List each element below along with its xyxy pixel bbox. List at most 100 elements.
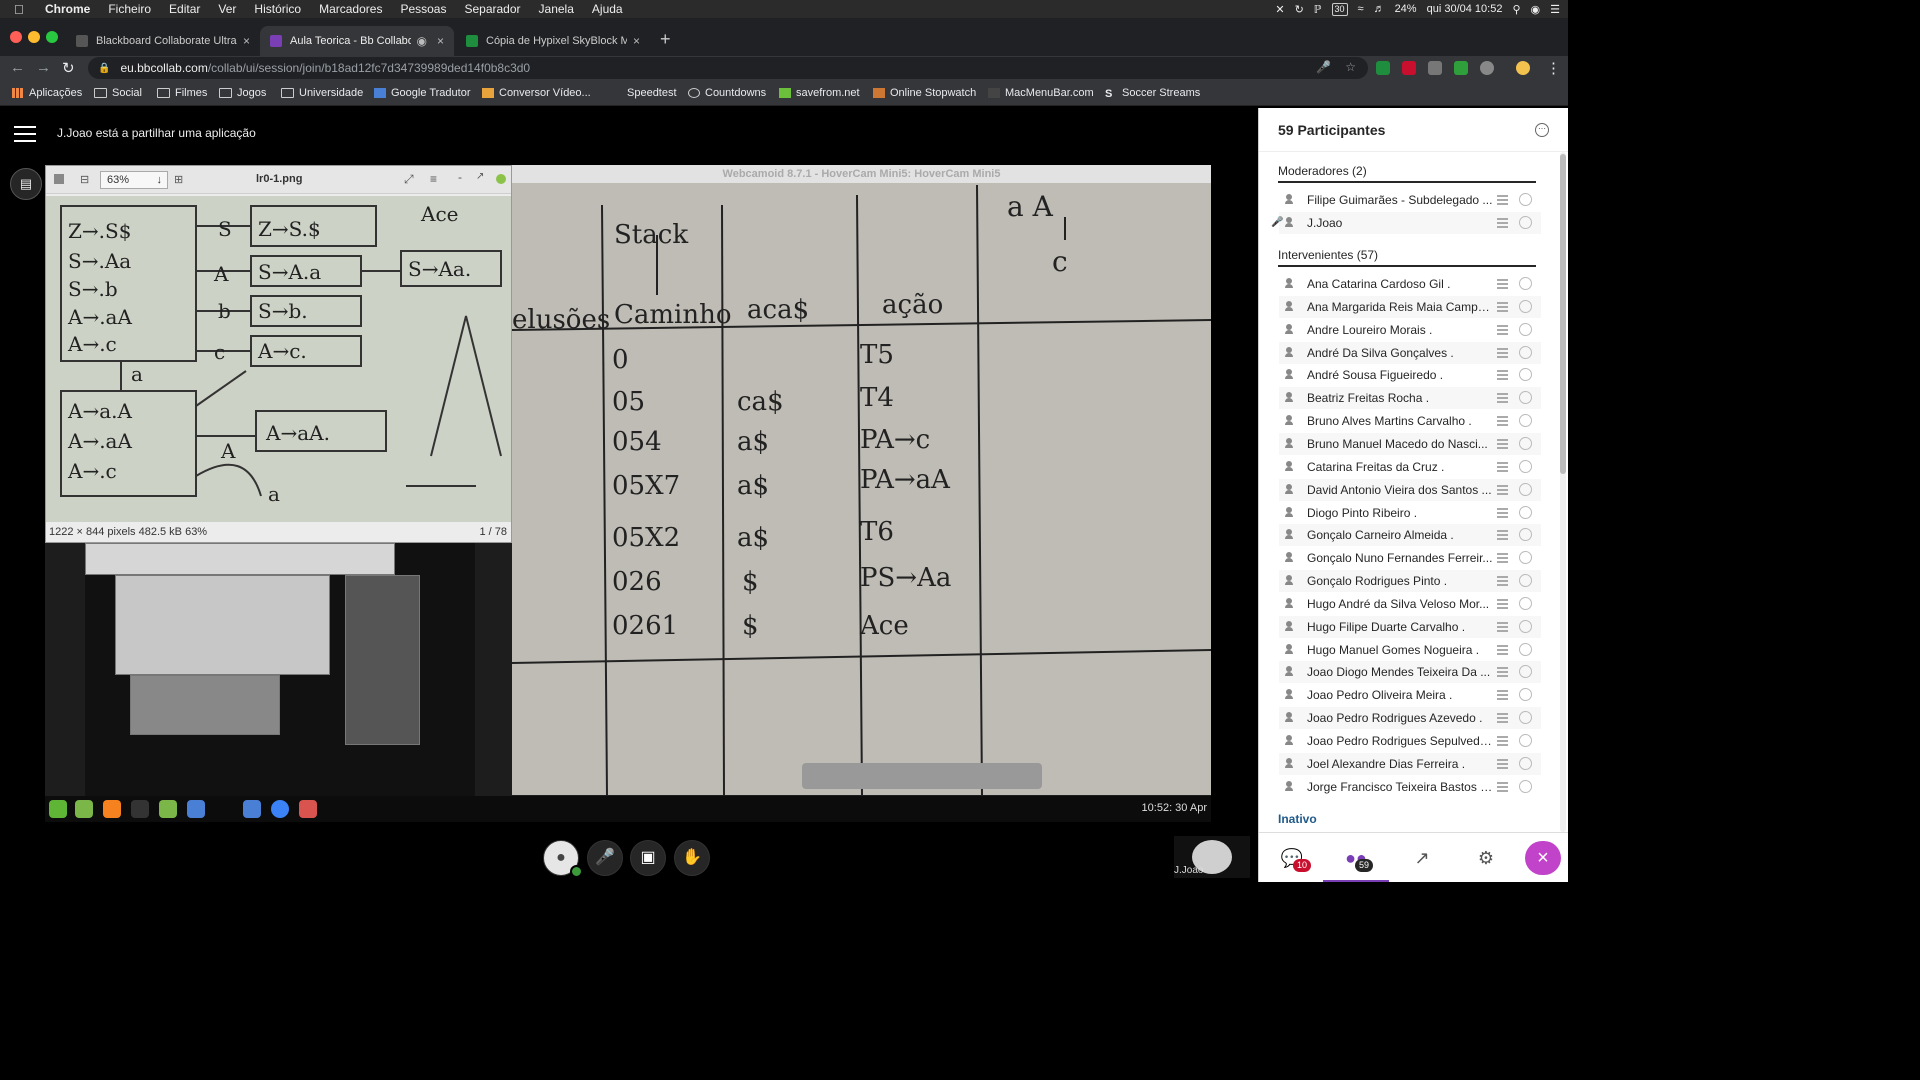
profile-card-icon[interactable] [1497, 781, 1508, 792]
tab-blackboard[interactable]: Blackboard Collaborate Ultra - ... × [66, 26, 260, 56]
microphone-toggle[interactable]: 🎤 [587, 840, 623, 876]
participants-scrollbar[interactable] [1560, 152, 1566, 832]
bookmark-online-stopwatch[interactable]: Online Stopwatch [873, 87, 976, 99]
extension-icon[interactable] [1454, 61, 1468, 75]
menu-icon[interactable]: ≡ [430, 172, 437, 186]
participant-options-icon[interactable] [1519, 505, 1532, 519]
extension-icon[interactable] [1376, 61, 1390, 75]
participant-row[interactable]: Joao Diogo Mendes Teixeira Da ... [1279, 661, 1541, 684]
participant-options-icon[interactable] [1519, 277, 1532, 290]
menu-separador[interactable]: Separador [464, 2, 520, 16]
profile-card-icon[interactable] [1497, 393, 1508, 404]
bookmark-aplicacoes[interactable]: Aplicações [12, 87, 82, 99]
captions-icon[interactable]: ▤ [10, 168, 42, 200]
participant-row[interactable]: Hugo Filipe Duarte Carvalho . [1279, 615, 1541, 638]
menu-pessoas[interactable]: Pessoas [400, 2, 446, 16]
profile-card-icon[interactable] [1497, 598, 1508, 609]
battery-box[interactable]: 30 [1331, 2, 1348, 16]
profile-card-icon[interactable] [1497, 195, 1508, 205]
menu-ver[interactable]: Ver [218, 2, 236, 16]
profile-card-icon[interactable] [1497, 438, 1508, 449]
participant-row[interactable]: Ana Catarina Cardoso Gil . [1279, 273, 1541, 295]
participant-options-icon[interactable] [1519, 619, 1532, 633]
profile-card-icon[interactable] [1497, 576, 1508, 587]
participant-options-icon[interactable] [1519, 779, 1532, 793]
zoom-select[interactable]: 63% ↓ [100, 171, 168, 189]
participant-row[interactable]: Gonçalo Nuno Fernandes Ferreir... [1279, 547, 1541, 569]
participant-options-icon[interactable] [1519, 688, 1532, 702]
profile-card-icon[interactable] [1497, 217, 1508, 228]
profile-card-icon[interactable] [1497, 416, 1508, 427]
participant-row[interactable]: Ana Margarida Reis Maia Campo... [1279, 295, 1541, 318]
participant-options-icon[interactable] [1519, 711, 1532, 725]
bookmark-savefrom[interactable]: savefrom.net [779, 87, 860, 99]
bookmark-filmes[interactable]: Filmes [157, 87, 207, 99]
bookmark-speedtest[interactable]: Speedtest [627, 87, 677, 99]
raise-hand-button[interactable]: ✋ [674, 840, 710, 876]
profile-card-icon[interactable] [1497, 370, 1508, 381]
extension-icon[interactable] [1402, 61, 1416, 75]
participant-options-icon[interactable] [1519, 322, 1532, 336]
profile-card-icon[interactable] [1497, 644, 1508, 655]
participant-row[interactable]: Hugo Manuel Gomes Nogueira . [1279, 639, 1541, 661]
profile-card-icon[interactable] [1497, 758, 1508, 769]
participant-options-icon[interactable] [1519, 459, 1532, 473]
participant-row[interactable]: Hugo André da Silva Veloso Mor... [1279, 593, 1541, 615]
participant-row[interactable]: Bruno Manuel Macedo do Nasci... [1279, 432, 1541, 455]
notification-center-icon[interactable]: ☰ [1550, 3, 1560, 16]
bookmark-jogos[interactable]: Jogos [219, 87, 266, 99]
extension-icon[interactable] [1428, 61, 1442, 75]
fullsize-icon[interactable]: ⊞ [174, 173, 183, 186]
bookmark-social[interactable]: Social [94, 87, 142, 99]
menu-marcadores[interactable]: Marcadores [319, 2, 382, 16]
participant-options-icon[interactable] [1519, 414, 1532, 428]
inactive-heading[interactable]: Inativo [1278, 812, 1317, 826]
participant-options-icon[interactable] [1519, 665, 1532, 679]
participant-row[interactable]: Joao Pedro Oliveira Meira . [1279, 684, 1541, 706]
participant-options-icon[interactable] [1519, 215, 1532, 229]
sidebar-toggle-icon[interactable] [54, 174, 64, 184]
profile-card-icon[interactable] [1497, 484, 1508, 495]
profile-card-icon[interactable] [1497, 736, 1508, 746]
volume-icon[interactable]: ♬ [1374, 3, 1385, 15]
participant-options-icon[interactable] [1519, 756, 1532, 770]
bookmark-star-icon[interactable]: ☆ [1345, 60, 1356, 74]
participant-row[interactable]: André Da Silva Gonçalves . [1279, 341, 1541, 364]
participant-options-icon[interactable] [1519, 596, 1532, 610]
apple-icon[interactable]:  [14, 2, 36, 17]
reload-icon[interactable]: ↻ [62, 59, 75, 77]
bookmark-conversor[interactable]: Conversor Vídeo... [482, 87, 591, 99]
profile-card-icon[interactable] [1497, 507, 1508, 518]
profile-card-icon[interactable] [1497, 530, 1508, 541]
expand-icon[interactable]: ⤢ [404, 172, 414, 187]
menu-ajuda[interactable]: Ajuda [592, 2, 623, 16]
new-tab-button[interactable]: + [660, 30, 671, 48]
participant-row[interactable]: Catarina Freitas da Cruz . [1279, 456, 1541, 478]
close-tab-icon[interactable]: × [243, 34, 250, 48]
participant-row[interactable]: Joao Pedro Rodrigues Sepulveda... [1279, 730, 1541, 752]
participant-row[interactable]: Gonçalo Carneiro Almeida . [1279, 524, 1541, 547]
profile-card-icon[interactable] [1497, 713, 1508, 724]
close-icon[interactable] [496, 174, 506, 184]
menu-janela[interactable]: Janela [539, 2, 574, 16]
battery-percent[interactable]: 24% [1395, 3, 1417, 15]
maximize-icon[interactable]: ↗ [476, 171, 484, 182]
my-video-tile[interactable]: J.Joao [1174, 836, 1250, 878]
participant-row[interactable]: Andre Loureiro Morais . [1279, 319, 1541, 341]
spotlight-icon[interactable]: ⚲ [1512, 3, 1520, 16]
bluetooth-icon[interactable]: ℙ [1314, 3, 1322, 16]
participant-options-icon[interactable] [1519, 345, 1532, 359]
profile-card-icon[interactable] [1497, 621, 1508, 632]
address-bar[interactable]: 🔒 eu.bbcollab.com/collab/ui/session/join… [88, 57, 1368, 79]
minimize-icon[interactable]: - [458, 170, 462, 184]
close-panel-button[interactable]: × [1525, 841, 1561, 875]
tab-aula-teorica[interactable]: Aula Teorica - Bb Collabora ◉ × [260, 26, 454, 56]
bookmark-macmenubar[interactable]: MacMenuBar.com [988, 87, 1094, 99]
participant-row[interactable]: 🎤 J.Joao [1271, 211, 1541, 234]
profile-card-icon[interactable] [1497, 324, 1508, 335]
participant-options-icon[interactable] [1519, 299, 1532, 313]
participant-options-icon[interactable] [1519, 642, 1532, 656]
participant-options-icon[interactable] [1519, 193, 1532, 206]
participant-row[interactable]: Jorge Francisco Teixeira Bastos d... [1279, 776, 1541, 798]
participant-row[interactable]: Gonçalo Rodrigues Pinto . [1279, 570, 1541, 593]
